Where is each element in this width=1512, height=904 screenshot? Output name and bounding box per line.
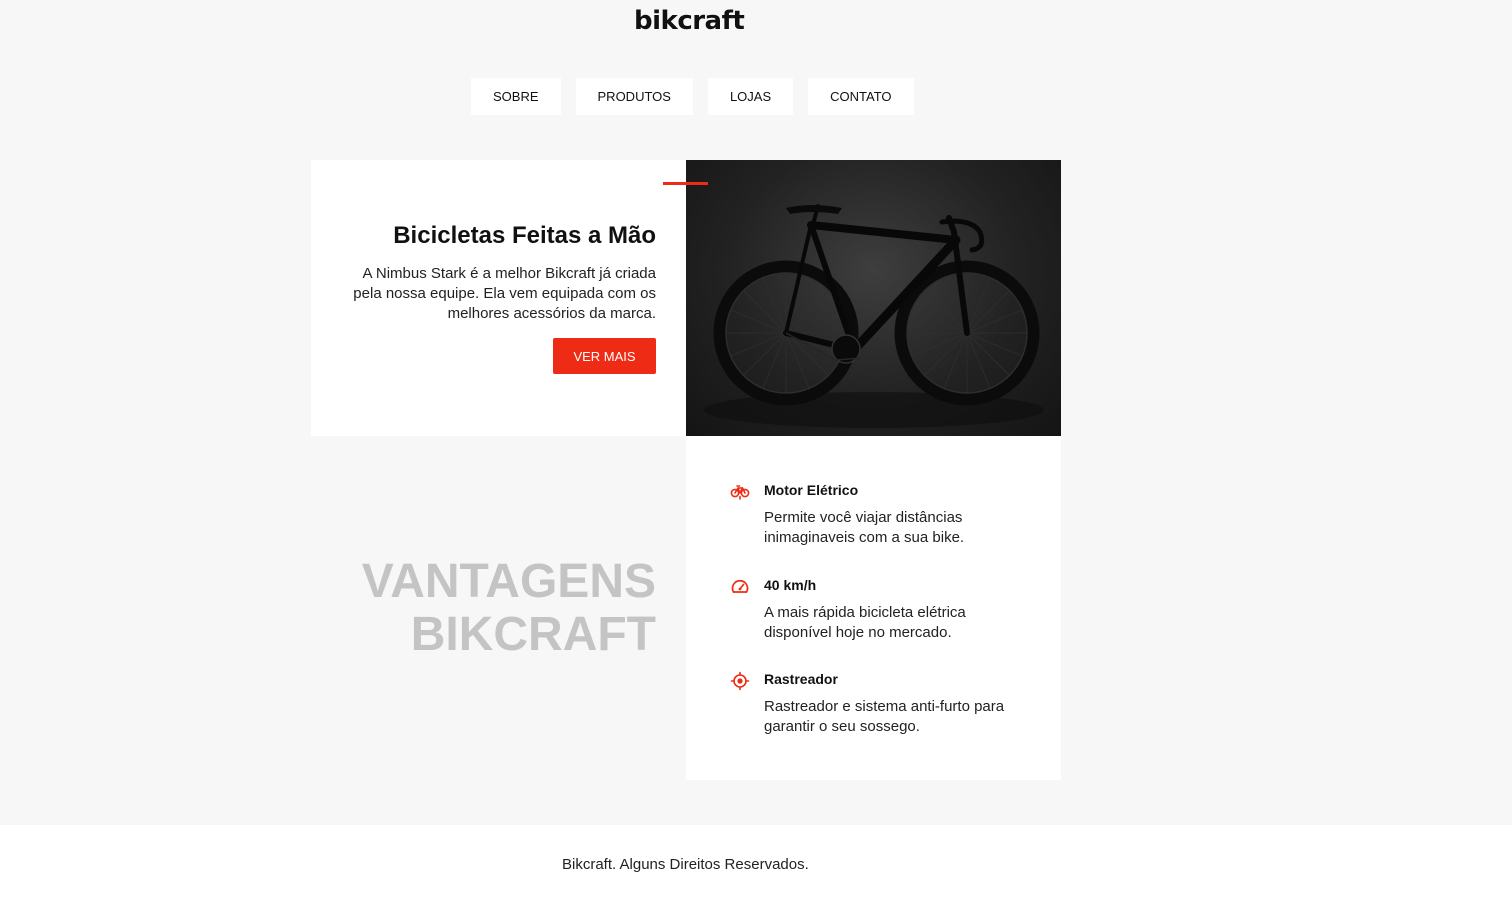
feature-title: 40 km/h xyxy=(764,577,817,593)
speedometer-icon xyxy=(731,579,749,593)
vantagens-title-line1: VANTAGENS xyxy=(361,555,656,608)
bike-icon xyxy=(730,485,750,500)
feature-description: Rastreador e sistema anti-furto para gar… xyxy=(764,698,1005,735)
vantagens-title-line2: BIKCRAFT xyxy=(410,608,656,661)
accent-line xyxy=(663,182,708,185)
site-footer: Bikcraft. Alguns Direitos Reservados. xyxy=(0,825,1512,904)
feature-rastreador: Rastreador Rastreador e sistema anti-fur… xyxy=(730,669,1030,736)
logo[interactable]: bikcraft xyxy=(634,6,745,36)
nav-lojas[interactable]: LOJAS xyxy=(707,78,794,115)
hero-description: A Nimbus Stark é a melhor Bikcraft já cr… xyxy=(353,265,656,322)
main-nav: SOBRE PRODUTOS LOJAS CONTATO xyxy=(471,78,914,115)
ver-mais-button[interactable]: VER MAIS xyxy=(553,338,656,374)
vantagens-title: VANTAGENS BIKCRAFT xyxy=(311,555,656,661)
hero-title: Bicicletas Feitas a Mão xyxy=(393,222,656,249)
nav-produtos[interactable]: PRODUTOS xyxy=(575,78,693,115)
features-panel: Motor Elétrico Permite você viajar distâ… xyxy=(686,436,1061,780)
hero-bike-image xyxy=(686,160,1061,436)
bike-illustration xyxy=(704,204,1044,428)
feature-description: Permite você viajar distâncias inimagina… xyxy=(764,509,965,546)
feature-velocidade: 40 km/h A mais rápida bicicleta elétrica… xyxy=(730,575,1030,642)
feature-title: Rastreador xyxy=(764,671,838,687)
nav-contato[interactable]: CONTATO xyxy=(808,78,914,115)
nav-sobre[interactable]: SOBRE xyxy=(471,78,561,115)
target-icon xyxy=(730,671,750,691)
footer-copyright: Bikcraft. Alguns Direitos Reservados. xyxy=(562,856,809,873)
hero-text-panel: Bicicletas Feitas a Mão A Nimbus Stark é… xyxy=(311,160,686,436)
feature-title: Motor Elétrico xyxy=(764,482,859,498)
feature-motor-eletrico: Motor Elétrico Permite você viajar distâ… xyxy=(730,480,1030,547)
feature-description: A mais rápida bicicleta elétrica disponí… xyxy=(764,604,966,641)
